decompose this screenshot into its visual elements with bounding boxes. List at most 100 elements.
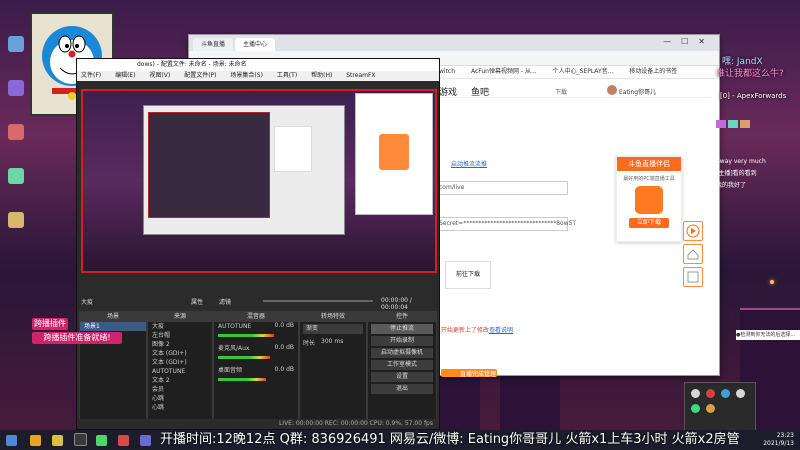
card-download-button[interactable]: 立即下载 [629, 218, 669, 228]
controls-dock: 控件 停止推流 开始录制 启动虚拟摄像机 工作室模式 设置 退出 [367, 311, 437, 423]
tray-icon[interactable] [736, 389, 745, 398]
exit-button[interactable]: 退出 [371, 384, 433, 394]
play-icon[interactable] [683, 221, 703, 241]
desktop-icon[interactable] [2, 212, 30, 230]
tab-douyu[interactable]: 斗鱼直播 [193, 38, 234, 51]
download-button[interactable]: 前往下载 [445, 261, 491, 289]
source-item[interactable]: 图像 2 [148, 340, 212, 349]
douyu-logo-icon [635, 186, 663, 214]
tray-icon[interactable] [706, 404, 715, 413]
app-icon[interactable] [140, 435, 151, 446]
source-item[interactable]: 左台帽 [148, 331, 212, 340]
browser-tabbar: 斗鱼直播 主播中心 —☐✕ [189, 35, 719, 51]
tab-streamer-center[interactable]: 主播中心 [235, 38, 276, 51]
chat-line: 我的我好了 [716, 182, 747, 189]
tray-popup [684, 382, 756, 432]
bookmark-item[interactable]: 个人中心_SEPLAY音... [553, 68, 614, 75]
chat-line: Sway very much [716, 158, 766, 165]
stop-streaming-button[interactable]: 停止推流 [371, 324, 433, 334]
menu-streamfx[interactable]: StreamFX [346, 72, 375, 79]
menu-scene-collection[interactable]: 场景集合(S) [230, 72, 263, 79]
mixer-db: 0.0 dB [274, 366, 294, 373]
rtmp-url-input[interactable]: com/live [435, 181, 568, 195]
help-link-2[interactable]: 查看说明 [489, 325, 513, 334]
studio-mode-button[interactable]: 工作室模式 [371, 360, 433, 370]
menu-edit[interactable]: 编辑(E) [115, 72, 135, 79]
scene-item[interactable]: 场景1 [80, 322, 146, 331]
duration-input[interactable]: 300 ms [321, 338, 343, 347]
stream-info: [0] - ApexForwards [720, 92, 787, 100]
scrolling-ticker: 开播时间:12晚12点 Q群: 836926491 网易云/微博: Eating… [160, 432, 740, 447]
settings-button[interactable]: 设置 [371, 372, 433, 382]
properties-button[interactable]: 属性 [191, 297, 203, 306]
desktop-icon[interactable] [2, 124, 30, 142]
source-item[interactable]: 大疫 [148, 322, 212, 331]
plugin-badge: 跨播插件 [32, 318, 68, 330]
source-item[interactable]: 文本 2 [148, 376, 212, 385]
source-item[interactable]: 心跳 [148, 394, 212, 403]
source-item[interactable]: 文本 (GDI+) [148, 358, 212, 367]
virtual-camera-button[interactable]: 启动虚拟摄像机 [371, 348, 433, 358]
clock-time: 23:23 [776, 432, 794, 439]
source-item[interactable]: 文本 (GDI+) [148, 349, 212, 358]
rtmp-link[interactable]: 启动推流流推 [451, 159, 487, 168]
desktop-icon[interactable] [2, 168, 30, 186]
dock-title: 转场特效 [300, 312, 366, 322]
bookmark-item[interactable]: witch [439, 68, 455, 75]
tray-icon[interactable] [706, 389, 715, 398]
volume-meter [218, 378, 266, 381]
user-avatar[interactable] [607, 85, 617, 95]
tray-icon[interactable] [691, 404, 700, 413]
home-icon[interactable] [683, 244, 703, 264]
start-recording-button[interactable]: 开始录制 [371, 336, 433, 346]
nav-download[interactable]: 下载 [555, 87, 567, 96]
window-controls[interactable]: —☐✕ [663, 37, 715, 46]
chat-panel: Sway very much [主播]看的看到 我的我好了 [716, 100, 800, 360]
share-icon[interactable] [683, 267, 703, 287]
bookmark-item[interactable]: 移动设备上的书签 [629, 68, 677, 75]
help-link-1[interactable]: 开始更新上了修改 [441, 325, 489, 334]
obs-icon[interactable] [74, 433, 87, 446]
plugin-ready-badge: 跨播插件准备就绪! [32, 332, 122, 344]
menu-view[interactable]: 视图(V) [149, 72, 170, 79]
firefox-icon[interactable] [30, 435, 41, 446]
clock-date: 2021/9/13 [763, 440, 794, 447]
menu-tools[interactable]: 工具(T) [277, 72, 297, 79]
source-item[interactable]: AUTOTUNE [148, 367, 212, 376]
media-time: 00:00:00 / 00:00:04 [381, 297, 412, 311]
card-subtitle: 最好用的PC端直播工具 [623, 176, 675, 182]
app-icon[interactable] [118, 435, 129, 446]
menu-help[interactable]: 帮助(H) [311, 72, 332, 79]
tray-icon[interactable] [721, 389, 730, 398]
mixer-db: 0.0 dB [274, 322, 294, 329]
live-manage-button[interactable]: 直播完成管理 [459, 369, 497, 378]
mixer-db: 0.0 dB [274, 344, 294, 351]
source-item[interactable]: 会员 [148, 385, 212, 394]
desktop-icon[interactable] [2, 80, 30, 98]
selected-source-label: 大疫 [81, 299, 94, 306]
dock-title: 来源 [148, 312, 212, 322]
start-icon[interactable] [6, 435, 17, 446]
filters-button[interactable]: 滤镜 [219, 297, 231, 306]
wallpaper-building [500, 368, 560, 430]
obs-window[interactable]: dows) - 配置文件: 未命名 - 场景: 未命名 文件(F) 编辑(E) … [76, 58, 440, 430]
explorer-icon[interactable] [52, 435, 63, 446]
tray-icon[interactable] [691, 389, 700, 398]
transition-select[interactable]: 渐变 [303, 324, 363, 334]
desktop-icon[interactable] [2, 36, 30, 54]
clock[interactable]: 23:23 2021/9/13 [763, 432, 794, 448]
obs-title: dows) - 配置文件: 未命名 - 场景: 未命名 [77, 59, 439, 71]
seek-slider[interactable] [263, 300, 373, 302]
chat-notice: ●检测到你无法的后选择... [736, 330, 800, 340]
menu-profile[interactable]: 配置文件(P) [184, 72, 216, 79]
bookmark-item[interactable]: AcFun弹幕视频网 - 从... [471, 68, 537, 75]
menu-file[interactable]: 文件(F) [81, 72, 101, 79]
wechat-icon[interactable] [96, 435, 107, 446]
stream-key-input[interactable]: Secret=*******************************8o… [435, 217, 576, 231]
duration-label: 时长 [303, 340, 316, 347]
nested-browser [355, 93, 433, 215]
douyu-companion-card: 斗鱼直播伴侣 最好用的PC端直播工具 立即下载 [616, 156, 682, 242]
obs-preview[interactable] [81, 89, 437, 273]
nav-user[interactable]: Eating你哥儿 [619, 87, 656, 96]
source-item[interactable]: 心跳 [148, 403, 212, 412]
